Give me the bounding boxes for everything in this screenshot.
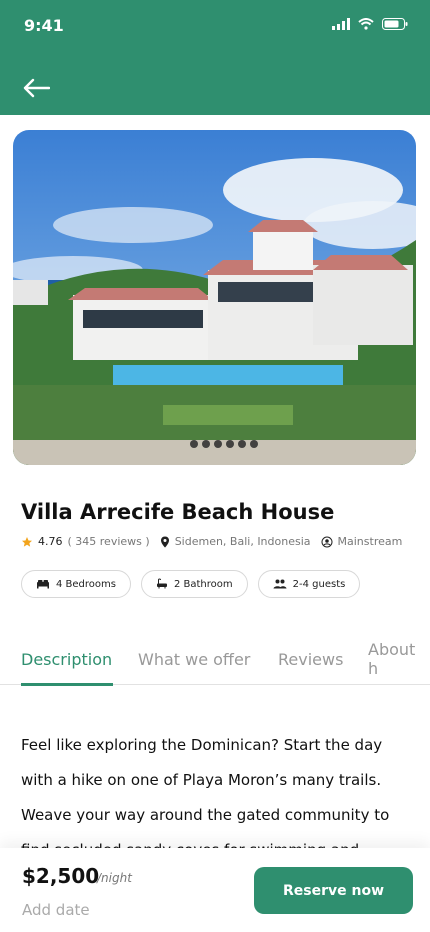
user-icon bbox=[321, 536, 333, 547]
chip-bedrooms: 4 Bedrooms bbox=[21, 570, 131, 598]
pagination-dot[interactable] bbox=[250, 440, 258, 448]
back-button[interactable] bbox=[22, 75, 52, 101]
tab-description[interactable]: Description bbox=[21, 650, 112, 669]
price: $2,500 bbox=[22, 864, 100, 888]
price-unit: /night bbox=[97, 871, 132, 885]
wifi-icon bbox=[358, 18, 374, 30]
bed-icon bbox=[37, 580, 49, 589]
tab-about[interactable]: About h bbox=[368, 640, 430, 678]
tab-reviews[interactable]: Reviews bbox=[278, 650, 343, 669]
tab-active-indicator bbox=[21, 683, 113, 686]
rating-value: 4.76 bbox=[38, 535, 63, 548]
pagination-dot[interactable] bbox=[190, 440, 198, 448]
chip-bedrooms-label: 4 Bedrooms bbox=[56, 578, 116, 590]
chip-bathrooms-label: 2 Bathroom bbox=[173, 578, 233, 590]
reviews-count: ( 345 reviews ) bbox=[67, 535, 150, 548]
pagination-dot[interactable] bbox=[238, 440, 246, 448]
pagination-dot[interactable] bbox=[226, 440, 234, 448]
description-text: Feel like exploring the Dominican? Start… bbox=[21, 736, 390, 859]
battery-icon bbox=[382, 18, 408, 30]
tab-bar: Description What we offer Reviews About … bbox=[0, 640, 430, 685]
header-bar: 9:41 bbox=[0, 0, 430, 115]
rating: 4.76 ( 345 reviews ) bbox=[21, 535, 150, 548]
category: Mainstream bbox=[321, 535, 403, 548]
back-icon bbox=[23, 78, 50, 98]
chip-bathrooms: 2 Bathroom bbox=[140, 570, 248, 598]
bath-icon bbox=[156, 578, 167, 589]
location-text: Sidemen, Bali, Indonesia bbox=[174, 535, 311, 548]
location: Sidemen, Bali, Indonesia bbox=[160, 535, 311, 548]
property-title: Villa Arrecife Beach House bbox=[21, 500, 335, 524]
pagination-dot[interactable] bbox=[202, 440, 210, 448]
status-icons bbox=[332, 18, 408, 30]
location-icon bbox=[160, 536, 169, 547]
photo-pagination[interactable] bbox=[190, 440, 258, 448]
add-date-link[interactable]: Add date bbox=[22, 901, 90, 919]
guests-icon bbox=[273, 579, 287, 589]
signal-icon bbox=[332, 18, 350, 30]
category-text: Mainstream bbox=[337, 535, 403, 548]
pagination-dot[interactable] bbox=[214, 440, 222, 448]
tab-what-we-offer[interactable]: What we offer bbox=[138, 650, 250, 669]
amenity-chips: 4 Bedrooms 2 Bathroom 2-4 guests bbox=[21, 570, 361, 598]
chip-guests: 2-4 guests bbox=[257, 570, 361, 598]
star-icon bbox=[22, 536, 32, 547]
villa-photo[interactable] bbox=[13, 130, 416, 465]
reserve-button[interactable]: Reserve now bbox=[254, 867, 413, 914]
status-time: 9:41 bbox=[24, 16, 64, 35]
property-meta: 4.76 ( 345 reviews ) Sidemen, Bali, Indo… bbox=[21, 535, 402, 548]
chip-guests-label: 2-4 guests bbox=[292, 578, 346, 590]
